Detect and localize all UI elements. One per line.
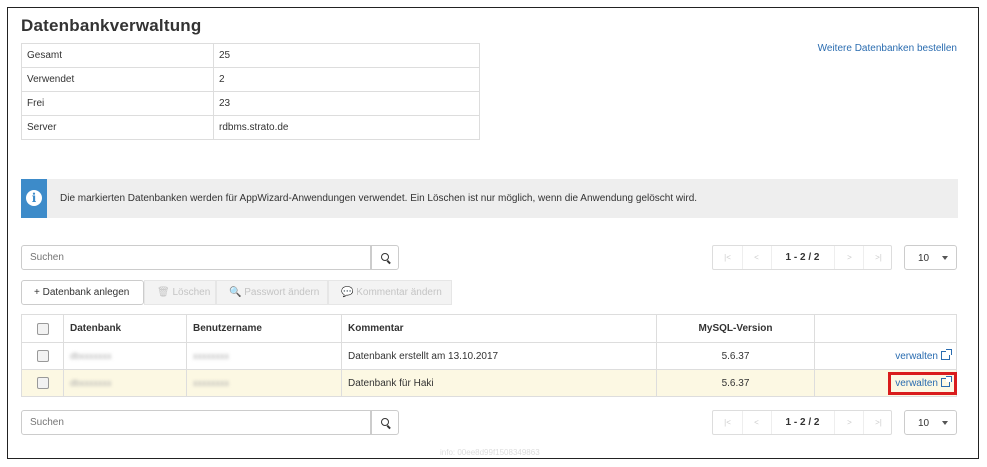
stats-row: Frei 23 (21, 91, 480, 116)
per-page-select[interactable]: 10 (904, 245, 957, 270)
username-cell: xxxxxxxx (186, 369, 342, 397)
action-cell: verwalten (814, 342, 957, 370)
table-row: dbxxxxxxx xxxxxxxx Datenbank erstellt am… (21, 342, 957, 370)
row-checkbox[interactable] (36, 377, 49, 389)
database-cell: dbxxxxxxx (63, 369, 187, 397)
header-mysql-version[interactable]: MySQL-Version (656, 314, 815, 343)
header-comment[interactable]: Kommentar (341, 314, 657, 343)
page-title: Datenbankverwaltung (21, 16, 202, 35)
search-input[interactable] (21, 410, 371, 435)
stats-label: Frei (21, 91, 214, 116)
row-checkbox[interactable] (36, 350, 49, 362)
database-name: dbxxxxxxx (70, 377, 112, 388)
stats-label: Server (21, 115, 214, 140)
comment-cell: Datenbank erstellt am 13.10.2017 (341, 342, 657, 370)
stats-label: Gesamt (21, 43, 214, 68)
manage-label: verwalten (895, 377, 938, 389)
version-cell: 5.6.37 (656, 369, 815, 397)
per-page-value: 10 (918, 418, 930, 429)
manage-link[interactable]: verwalten (895, 349, 952, 362)
header-actions (814, 314, 957, 343)
order-more-databases-link[interactable]: Weitere Datenbanken bestellen (818, 43, 957, 54)
table-row: dbxxxxxxx xxxxxxxx Datenbank für Haki 5.… (21, 369, 957, 397)
database-table: Datenbank Benutzername Kommentar MySQL-V… (21, 314, 957, 397)
search-button[interactable] (371, 410, 399, 435)
next-page-icon[interactable]: > (834, 246, 864, 269)
manage-link-highlighted[interactable]: verwalten (888, 371, 957, 395)
pagination-bottom: |< < 1 - 2 / 2 > >| (712, 410, 892, 435)
database-name: dbxxxxxxx (70, 350, 112, 361)
page-frame: Datenbankverwaltung Weitere Datenbanken … (7, 7, 979, 459)
stats-table: Gesamt 25 Verwendet 2 Frei 23 Server rdbms.s… (21, 43, 480, 140)
info-icon: i (26, 190, 42, 206)
external-link-icon (941, 376, 952, 388)
chevron-down-icon (942, 421, 948, 425)
header-database[interactable]: Datenbank (63, 314, 187, 343)
pagination-top: |< < 1 - 2 / 2 > >| (712, 245, 892, 270)
stats-value: 2 (213, 67, 480, 92)
footer-info-id: info: 00ee8d99f1508349863 (440, 448, 540, 457)
database-cell: dbxxxxxxx (63, 342, 187, 370)
stats-value: 23 (213, 91, 480, 116)
search-box-top (21, 245, 399, 270)
row-select-cell (21, 342, 64, 370)
chevron-down-icon (942, 256, 948, 260)
manage-label: verwalten (895, 350, 938, 362)
next-page-icon[interactable]: > (834, 411, 864, 434)
comment-cell: Datenbank für Haki (341, 369, 657, 397)
search-input[interactable] (21, 245, 371, 270)
info-text: Die markierten Datenbanken werden für Ap… (60, 193, 698, 204)
page-info: 1 - 2 / 2 (785, 252, 820, 263)
select-all-checkbox[interactable] (36, 322, 49, 335)
username: xxxxxxxx (193, 377, 229, 388)
search-box-bottom (21, 410, 399, 435)
external-link-icon (941, 349, 952, 361)
search-icon (381, 418, 389, 426)
stats-value: rdbms.strato.de (213, 115, 480, 140)
first-page-icon[interactable]: |< (713, 246, 743, 269)
last-page-icon[interactable]: >| (863, 246, 893, 269)
per-page-value: 10 (918, 253, 930, 264)
info-alert: i Die markierten Datenbanken werden für … (21, 179, 958, 218)
table-header-row: Datenbank Benutzername Kommentar MySQL-V… (21, 314, 957, 343)
change-password-button[interactable]: 🔍 Passwort ändern (216, 280, 328, 305)
page-info: 1 - 2 / 2 (785, 417, 820, 428)
select-all-cell (21, 314, 64, 343)
action-cell: verwalten (814, 369, 957, 397)
first-page-icon[interactable]: |< (713, 411, 743, 434)
stats-row: Server rdbms.strato.de (21, 115, 480, 140)
last-page-icon[interactable]: >| (863, 411, 893, 434)
info-accent-bar: i (21, 179, 47, 218)
add-database-button[interactable]: + Datenbank anlegen (21, 280, 144, 305)
search-icon (381, 253, 389, 261)
delete-button[interactable]: 🗑 Löschen (144, 280, 216, 305)
stats-row: Gesamt 25 (21, 43, 480, 68)
search-button[interactable] (371, 245, 399, 270)
stats-label: Verwendet (21, 67, 214, 92)
username-cell: xxxxxxxx (186, 342, 342, 370)
stats-row: Verwendet 2 (21, 67, 480, 92)
change-comment-button[interactable]: 💬 Kommentar ändern (328, 280, 452, 305)
prev-page-icon[interactable]: < (742, 246, 772, 269)
prev-page-icon[interactable]: < (742, 411, 772, 434)
version-cell: 5.6.37 (656, 342, 815, 370)
per-page-select[interactable]: 10 (904, 410, 957, 435)
row-select-cell (21, 369, 64, 397)
username: xxxxxxxx (193, 350, 229, 361)
header-username[interactable]: Benutzername (186, 314, 342, 343)
stats-value: 25 (213, 43, 480, 68)
